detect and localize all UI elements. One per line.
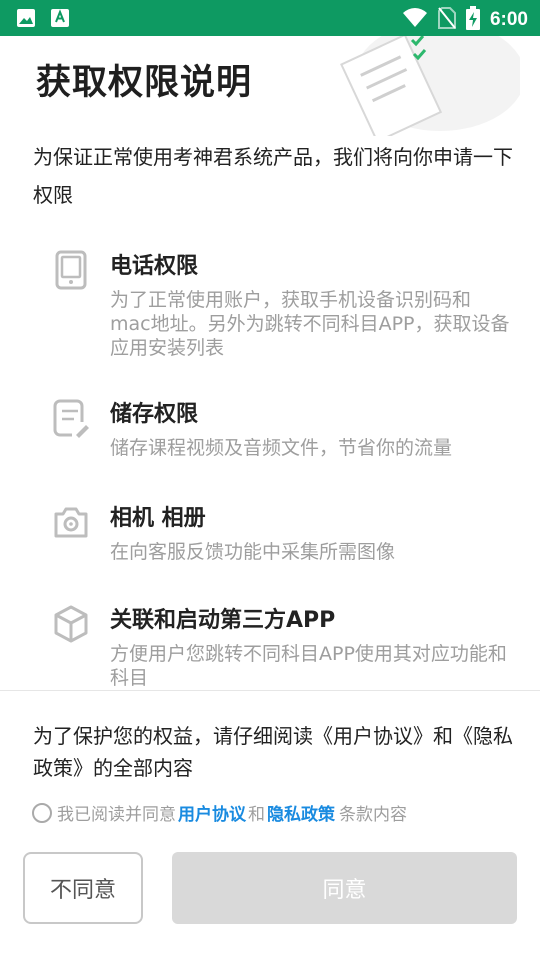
agreement-and: 和 bbox=[248, 805, 265, 825]
status-bar: 6:00 bbox=[0, 0, 540, 36]
permission-desc: 在向客服反馈功能中采集所需图像 bbox=[110, 541, 396, 563]
agree-radio[interactable] bbox=[32, 802, 52, 823]
user-agreement-link[interactable]: 用户协议 bbox=[178, 800, 246, 825]
battery-charging-icon bbox=[465, 6, 480, 34]
status-time: 6:00 bbox=[489, 9, 528, 30]
permission-title: 关联和启动第三方APP bbox=[110, 608, 336, 633]
wifi-icon bbox=[402, 8, 428, 32]
permission-list[interactable]: 电话权限 为了正常使用账户，获取手机设备识别码和mac地址。另外为跳转不同科目A… bbox=[0, 248, 540, 690]
divider bbox=[0, 690, 540, 691]
a-letter-icon bbox=[50, 8, 70, 32]
agree-button[interactable]: 同意 bbox=[172, 852, 517, 924]
agreement-prefix: 我已阅读并同意 bbox=[57, 805, 176, 825]
intro-text: 为保证正常使用考神君系统产品，我们将向你申请一下权限 bbox=[33, 145, 513, 207]
cube-icon bbox=[52, 604, 90, 644]
camera-icon bbox=[52, 502, 90, 542]
agreement-row: 我已阅读并同意 用户协议 和 隐私政策 条款内容 bbox=[32, 800, 407, 825]
disagree-button[interactable]: 不同意 bbox=[23, 852, 143, 924]
agreement-suffix: 条款内容 bbox=[339, 805, 407, 825]
permission-title: 电话权限 bbox=[110, 254, 199, 279]
permission-desc: 为了正常使用账户，获取手机设备识别码和mac地址。另外为跳转不同科目APP，获取… bbox=[110, 289, 510, 359]
image-icon bbox=[16, 8, 36, 32]
permission-title: 储存权限 bbox=[110, 402, 199, 427]
storage-icon bbox=[52, 398, 90, 438]
permission-desc: 储存课程视频及音频文件，节省你的流量 bbox=[110, 437, 453, 459]
page-title: 获取权限说明 bbox=[36, 63, 253, 103]
permission-desc: 方便用户您跳转不同科目APP使用其对应功能和科目 bbox=[110, 643, 507, 689]
notice-text: 为了保护您的权益，请仔细阅读《用户协议》和《隐私政策》的全部内容 bbox=[33, 724, 513, 780]
privacy-policy-link[interactable]: 隐私政策 bbox=[267, 800, 335, 825]
phone-icon bbox=[52, 250, 90, 290]
no-sim-icon bbox=[437, 7, 456, 33]
document-illustration-icon bbox=[300, 21, 525, 143]
permission-title: 相机 相册 bbox=[110, 506, 206, 531]
